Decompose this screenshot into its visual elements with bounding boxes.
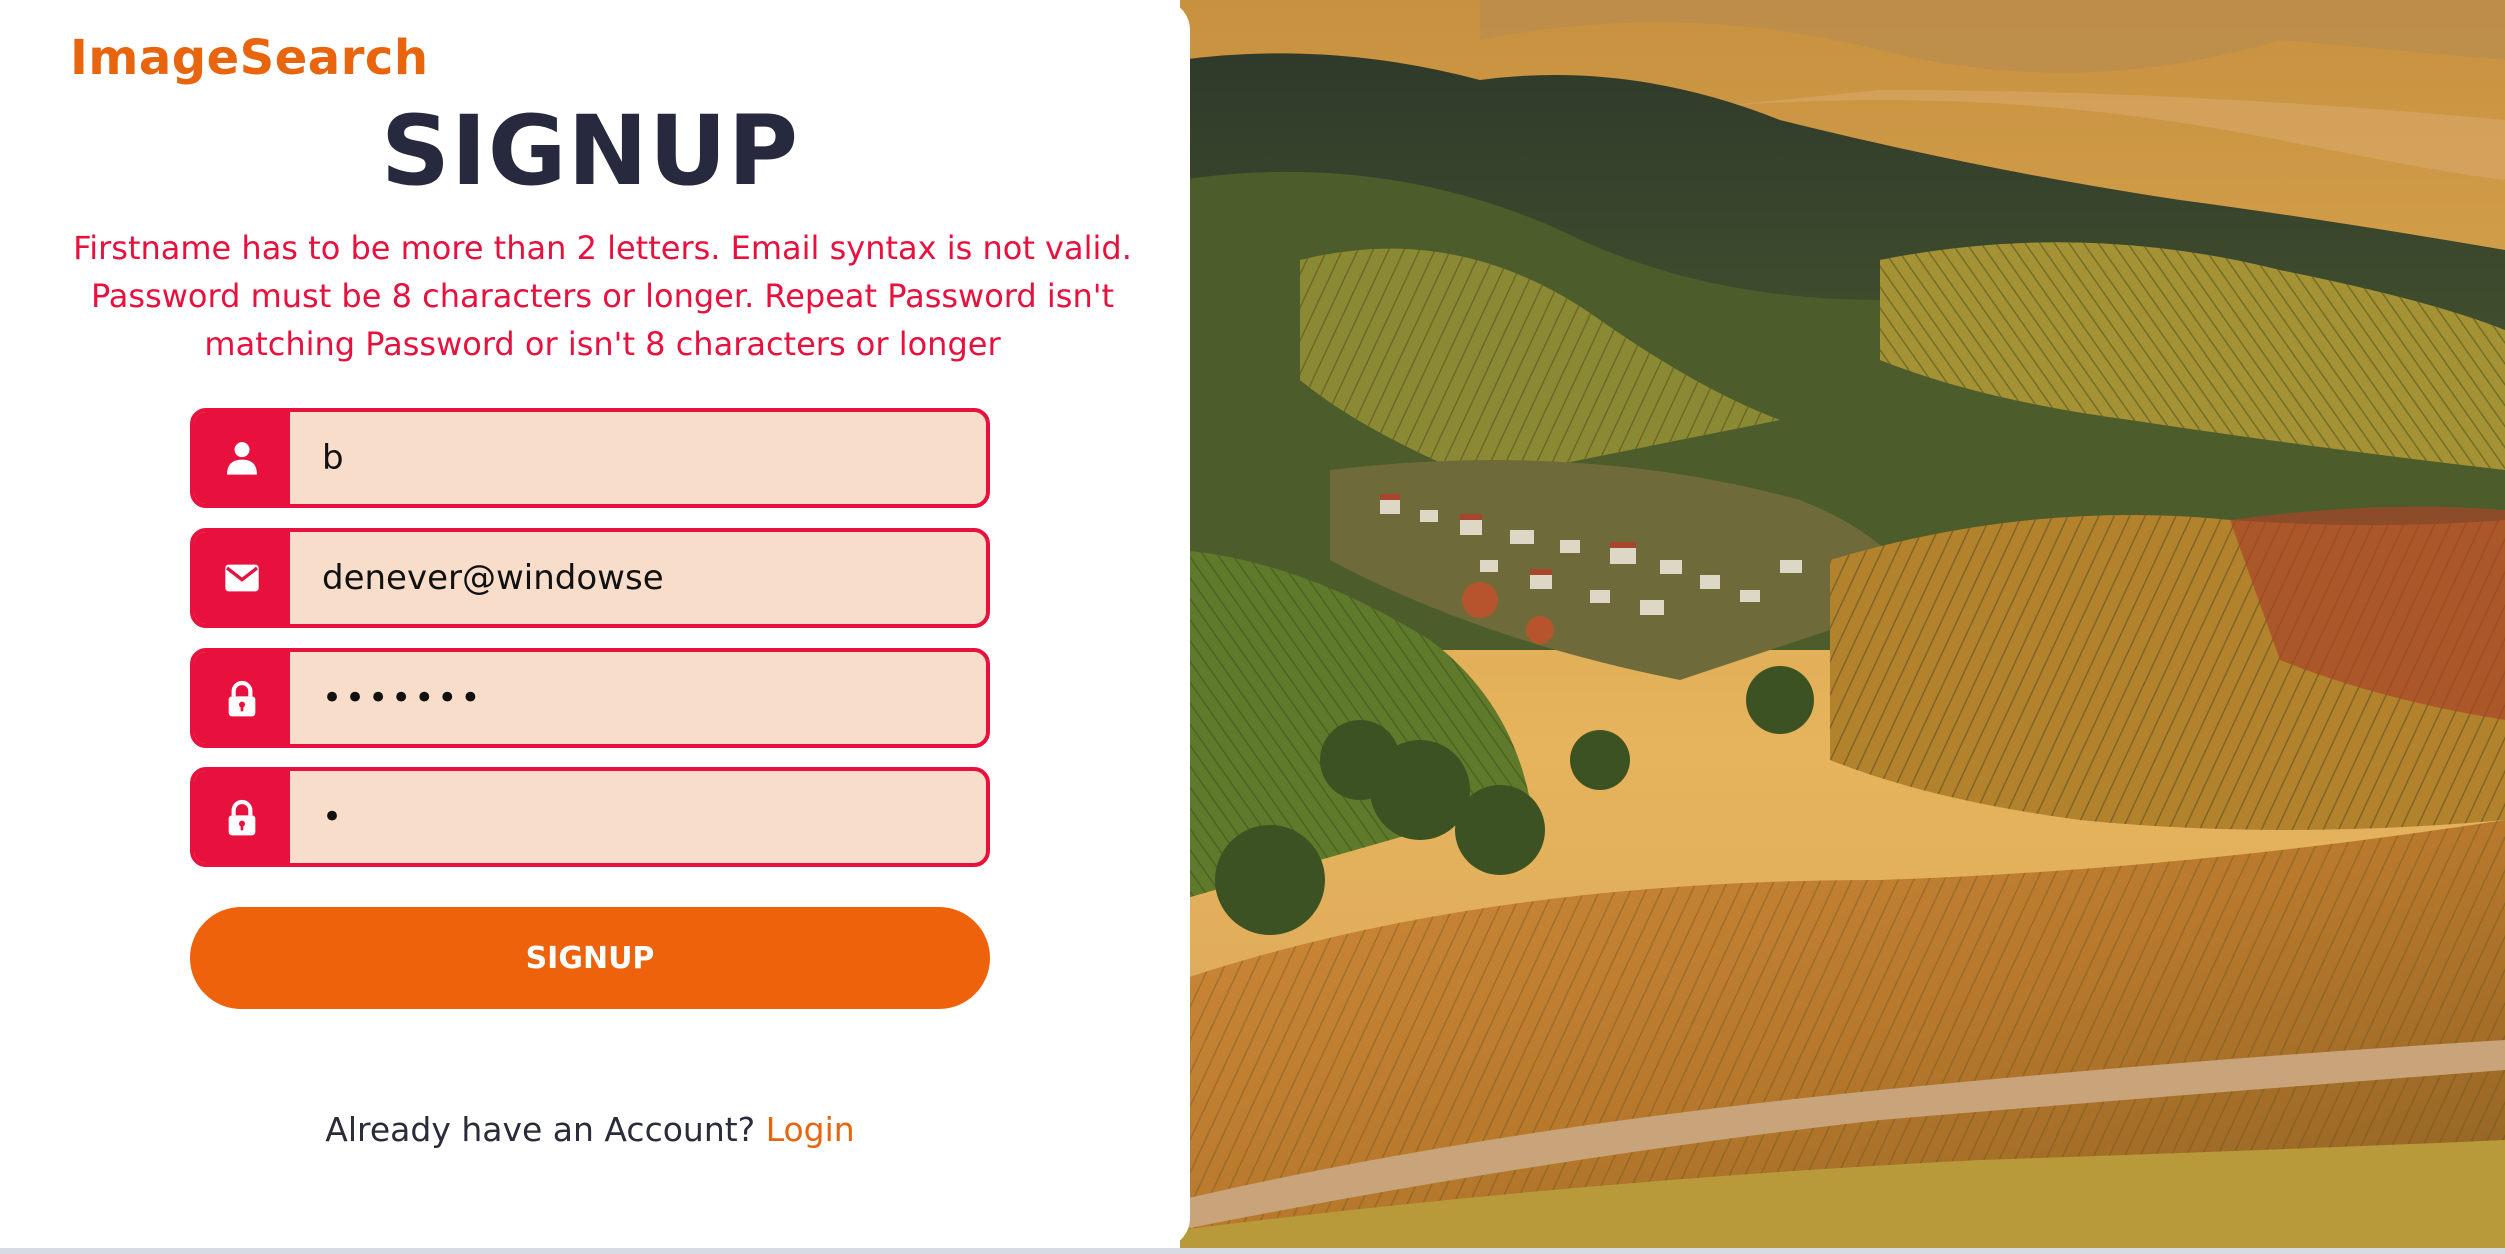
lock-icon — [194, 652, 290, 744]
login-prompt: Already have an Account? Login — [0, 1110, 1180, 1149]
firstname-field[interactable]: b — [190, 408, 990, 508]
page-title: SIGNUP — [380, 95, 800, 207]
password-field[interactable]: ••••••• — [190, 648, 990, 748]
firstname-input[interactable]: b — [290, 412, 986, 504]
password-input[interactable]: ••••••• — [290, 652, 986, 744]
bottom-edge — [0, 1248, 2505, 1254]
signup-page: ImageSearch SIGNUP Firstname has to be m… — [0, 0, 2505, 1254]
login-link[interactable]: Login — [766, 1110, 855, 1149]
login-prompt-text: Already have an Account? — [325, 1110, 756, 1149]
repeat-password-field[interactable]: • — [190, 767, 990, 867]
email-input[interactable]: denever@windowse — [290, 532, 986, 624]
email-field[interactable]: denever@windowse — [190, 528, 990, 628]
signup-button[interactable]: SIGNUP — [190, 907, 990, 1009]
mail-icon — [194, 532, 290, 624]
signup-form-panel: ImageSearch SIGNUP Firstname has to be m… — [0, 0, 1190, 1248]
repeat-password-input[interactable]: • — [290, 771, 986, 863]
error-message: Firstname has to be more than 2 letters.… — [73, 229, 1132, 363]
user-icon — [194, 412, 290, 504]
lock-icon — [194, 771, 290, 863]
vineyard-landscape-image — [1180, 0, 2505, 1248]
brand-logo[interactable]: ImageSearch — [70, 30, 429, 86]
